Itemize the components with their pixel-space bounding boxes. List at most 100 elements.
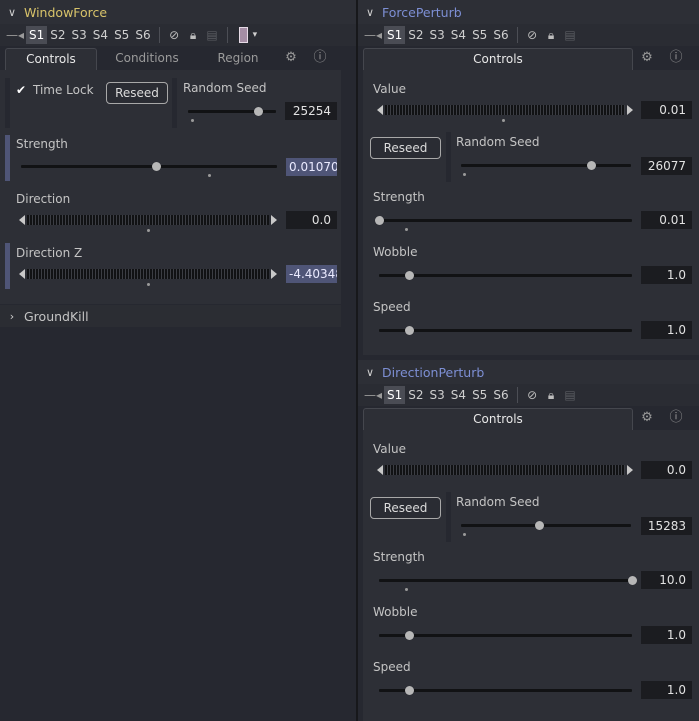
value-thumbwheel[interactable] <box>385 105 625 115</box>
strength-value[interactable]: 10.0 <box>641 571 692 589</box>
version-s2[interactable]: S2 <box>47 26 68 44</box>
reseed-button[interactable]: Reseed <box>370 137 441 159</box>
wobble-slider[interactable] <box>379 274 632 277</box>
disable-icon[interactable]: ⊘ <box>523 28 542 42</box>
arrow-right-icon[interactable] <box>627 465 633 475</box>
tab-region[interactable]: Region <box>198 48 278 70</box>
wobble-slider-knob[interactable] <box>404 271 414 280</box>
tab-controls[interactable]: Controls <box>5 48 97 70</box>
arrow-left-icon[interactable] <box>19 215 25 225</box>
chevron-right-icon[interactable]: › <box>0 310 24 323</box>
random-seed-value[interactable]: 15283 <box>641 517 692 535</box>
arrow-left-icon[interactable] <box>377 465 383 475</box>
lock-icon[interactable]: 🔒︎ <box>542 388 561 403</box>
speed-value[interactable]: 1.0 <box>641 321 692 339</box>
disable-icon[interactable]: ⊘ <box>165 28 184 42</box>
strength-slider-knob[interactable] <box>374 216 384 225</box>
tab-controls[interactable]: Controls <box>363 408 633 430</box>
random-seed-value[interactable]: 25254 <box>285 102 337 120</box>
chevron-down-icon[interactable]: ∨ <box>358 366 382 379</box>
arrow-right-icon[interactable] <box>271 215 277 225</box>
strength-value[interactable]: 0.010707 <box>286 158 337 176</box>
strength-slider[interactable] <box>379 219 632 222</box>
version-s6[interactable]: S6 <box>490 386 511 404</box>
version-s4[interactable]: S4 <box>448 26 469 44</box>
direction-thumbwheel[interactable] <box>27 215 269 225</box>
version-s3[interactable]: S3 <box>427 26 448 44</box>
value-thumbwheel[interactable] <box>385 465 625 475</box>
arrow-right-icon[interactable] <box>271 269 277 279</box>
version-s1[interactable]: S1 <box>26 26 48 44</box>
version-s5[interactable]: S5 <box>111 26 132 44</box>
random-seed-slider-knob[interactable] <box>253 107 263 116</box>
tab-controls[interactable]: Controls <box>363 48 633 70</box>
random-seed-slider[interactable] <box>461 524 631 527</box>
cache-icon[interactable]: ▤ <box>561 28 580 42</box>
strength-slider[interactable] <box>21 165 277 168</box>
cache-icon[interactable]: ▤ <box>203 28 222 42</box>
wobble-slider[interactable] <box>379 634 632 637</box>
arrow-right-icon[interactable] <box>627 105 633 115</box>
lock-icon[interactable]: 🔒︎ <box>542 28 561 43</box>
random-seed-slider-knob[interactable] <box>534 521 544 530</box>
arrow-left-icon[interactable] <box>19 269 25 279</box>
reseed-button[interactable]: Reseed <box>106 82 168 104</box>
reseed-button[interactable]: Reseed <box>370 497 441 519</box>
arrow-left-icon[interactable] <box>377 105 383 115</box>
wobble-value[interactable]: 1.0 <box>641 266 692 284</box>
version-s3[interactable]: S3 <box>69 26 90 44</box>
gear-icon[interactable]: ⚙︎ <box>638 49 656 67</box>
version-s2[interactable]: S2 <box>405 26 426 44</box>
disable-icon[interactable]: ⊘ <box>523 388 542 402</box>
time-lock-checkbox[interactable]: ✔ <box>16 84 28 96</box>
forceperturb-header[interactable]: ∨ ForcePerturb <box>358 0 699 24</box>
info-icon[interactable]: ⓘ <box>667 409 685 427</box>
gear-icon[interactable]: ⚙︎ <box>638 409 656 427</box>
direction-value[interactable]: 0.0 <box>286 211 337 229</box>
chevron-down-icon[interactable]: ▾ <box>253 30 258 40</box>
pin-icon[interactable]: —◂ <box>362 28 384 42</box>
lock-icon[interactable]: 🔒︎ <box>184 28 203 43</box>
value-value[interactable]: 0.01 <box>641 101 692 119</box>
version-s4[interactable]: S4 <box>90 26 111 44</box>
version-s6[interactable]: S6 <box>132 26 153 44</box>
strength-slider-knob[interactable] <box>152 162 162 171</box>
chevron-down-icon[interactable]: ∨ <box>358 6 382 19</box>
tab-conditions[interactable]: Conditions <box>100 48 194 70</box>
direction-z-value[interactable]: -4.40348 <box>286 265 337 283</box>
wobble-value[interactable]: 1.0 <box>641 626 692 644</box>
gear-icon[interactable]: ⚙︎ <box>282 49 300 67</box>
wobble-slider-knob[interactable] <box>404 631 414 640</box>
speed-slider[interactable] <box>379 329 632 332</box>
random-seed-slider[interactable] <box>461 164 631 167</box>
version-s2[interactable]: S2 <box>405 386 426 404</box>
value-value[interactable]: 0.0 <box>641 461 692 479</box>
version-s5[interactable]: S5 <box>469 26 490 44</box>
random-seed-slider-knob[interactable] <box>587 161 597 170</box>
speed-value[interactable]: 1.0 <box>641 681 692 699</box>
color-swatch[interactable] <box>238 27 248 43</box>
info-icon[interactable]: ⓘ <box>311 49 329 67</box>
strength-slider[interactable] <box>379 579 632 582</box>
speed-slider[interactable] <box>379 689 632 692</box>
speed-slider-knob[interactable] <box>404 686 414 695</box>
directionperturb-header[interactable]: ∨ DirectionPerturb <box>358 360 699 384</box>
version-s3[interactable]: S3 <box>427 386 448 404</box>
windowforce-header[interactable]: ∨ WindowForce <box>0 0 356 24</box>
version-s1[interactable]: S1 <box>384 26 406 44</box>
pin-icon[interactable]: —◂ <box>4 28 26 42</box>
cache-icon[interactable]: ▤ <box>561 388 580 402</box>
version-s5[interactable]: S5 <box>469 386 490 404</box>
random-seed-value[interactable]: 26077 <box>641 157 692 175</box>
speed-slider-knob[interactable] <box>404 326 414 335</box>
chevron-down-icon[interactable]: ∨ <box>0 6 24 19</box>
version-s1[interactable]: S1 <box>384 386 406 404</box>
pin-icon[interactable]: —◂ <box>362 388 384 402</box>
strength-value[interactable]: 0.01 <box>641 211 692 229</box>
version-s6[interactable]: S6 <box>490 26 511 44</box>
groundkill-header[interactable]: › GroundKill <box>0 305 341 327</box>
strength-slider-knob[interactable] <box>627 576 637 585</box>
version-s4[interactable]: S4 <box>448 386 469 404</box>
info-icon[interactable]: ⓘ <box>667 49 685 67</box>
direction-z-thumbwheel[interactable] <box>27 269 269 279</box>
